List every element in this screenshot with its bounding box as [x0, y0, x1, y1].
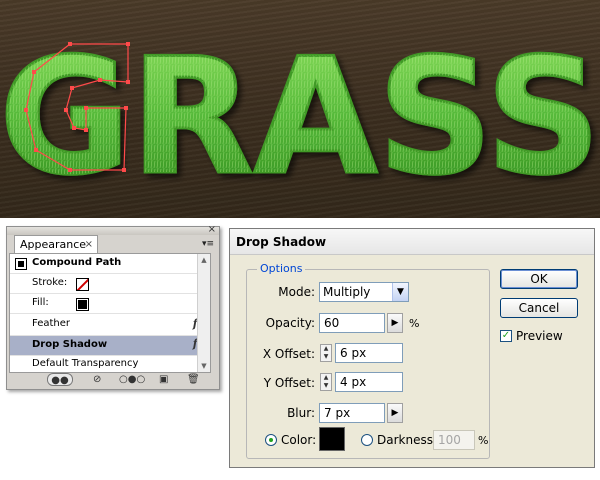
- panel-titlebar[interactable]: ×: [7, 225, 219, 235]
- chevron-down-icon[interactable]: ▼: [392, 283, 408, 301]
- scroll-up-icon[interactable]: ▲: [198, 254, 210, 266]
- stroke-label: Stroke:: [32, 277, 68, 288]
- drop-shadow-label: Drop Shadow: [32, 339, 108, 350]
- panel-close-icon[interactable]: ×: [208, 225, 216, 235]
- opacity-label: Opacity:: [265, 316, 315, 330]
- tab-appearance[interactable]: Appearance ×: [14, 235, 98, 253]
- row-feather[interactable]: Feather fx: [10, 314, 210, 336]
- row-fill[interactable]: Fill:: [10, 294, 210, 314]
- darkness-field[interactable]: 100: [433, 430, 475, 450]
- feather-label: Feather: [32, 318, 71, 329]
- panel-menu-icon[interactable]: ▾≡: [201, 237, 215, 251]
- row-drop-shadow[interactable]: Drop Shadow fx: [10, 336, 210, 356]
- cancel-button[interactable]: Cancel: [500, 298, 578, 318]
- row-compound-path[interactable]: Compound Path: [10, 254, 210, 274]
- opacity-unit: %: [409, 317, 420, 330]
- y-offset-stepper[interactable]: ▲ ▼: [320, 373, 332, 391]
- row-stroke[interactable]: Stroke:: [10, 274, 210, 294]
- grass-text-art: GRASS GRASS: [0, 22, 600, 212]
- stepper-down-icon[interactable]: ▼: [321, 353, 331, 361]
- opacity-slider-arrow-icon[interactable]: ▶: [387, 313, 403, 333]
- reduce-basic-appearance-icon[interactable]: ○●○: [119, 373, 145, 387]
- preview-checkbox[interactable]: ✓: [500, 330, 512, 342]
- scroll-down-icon[interactable]: ▼: [198, 360, 210, 372]
- fill-black-swatch-icon[interactable]: [76, 298, 89, 311]
- stepper-down-icon[interactable]: ▼: [321, 382, 331, 390]
- color-label: Color:: [281, 433, 317, 447]
- blur-slider-arrow-icon[interactable]: ▶: [387, 403, 403, 423]
- new-art-basic-appearance-icon[interactable]: ●●: [47, 373, 73, 386]
- drop-shadow-dialog: Drop Shadow Options Mode: Multiply ▼ Opa…: [229, 228, 595, 468]
- artwork-canvas: GRASS GRASS: [0, 0, 600, 218]
- y-offset-field[interactable]: 4 px: [335, 372, 403, 392]
- blur-field[interactable]: 7 px: [319, 403, 385, 423]
- grass-word-texture: GRASS: [0, 23, 600, 210]
- options-group: Options Mode: Multiply ▼ Opacity: 60 ▶ %…: [246, 262, 490, 459]
- dialog-title[interactable]: Drop Shadow: [230, 229, 594, 255]
- darkness-radio[interactable]: [361, 434, 373, 446]
- mode-label: Mode:: [278, 285, 315, 299]
- row-compound-path-label: Compound Path: [32, 257, 122, 268]
- row-default-transparency[interactable]: Default Transparency: [10, 356, 210, 374]
- x-offset-stepper[interactable]: ▲ ▼: [320, 344, 332, 362]
- darkness-unit: %: [478, 434, 489, 447]
- darkness-label: Darkness:: [377, 433, 438, 447]
- color-radio[interactable]: [265, 434, 277, 446]
- appearance-panel: × Appearance × ▾≡ Compound Path Stroke: …: [6, 225, 220, 390]
- preview-label: Preview: [516, 329, 563, 343]
- clear-appearance-icon[interactable]: ⊘: [93, 373, 101, 387]
- mode-select[interactable]: Multiply ▼: [319, 282, 409, 302]
- default-transparency-label: Default Transparency: [32, 358, 139, 369]
- y-offset-label: Y Offset:: [263, 376, 315, 390]
- opacity-field[interactable]: 60: [319, 313, 385, 333]
- shadow-color-swatch[interactable]: [319, 427, 345, 451]
- duplicate-item-icon[interactable]: ▣: [159, 373, 168, 387]
- tab-appearance-label: Appearance: [20, 238, 87, 251]
- x-offset-label: X Offset:: [262, 347, 315, 361]
- appearance-list: Compound Path Stroke: Fill: Feather fx D…: [9, 253, 211, 373]
- fill-label: Fill:: [32, 297, 49, 308]
- delete-item-icon[interactable]: 🗑: [187, 373, 200, 387]
- stroke-none-swatch-icon[interactable]: [76, 278, 89, 291]
- x-offset-field[interactable]: 6 px: [335, 343, 403, 363]
- list-scrollbar[interactable]: ▲ ▼: [197, 254, 210, 372]
- tab-close-icon[interactable]: ×: [85, 236, 93, 253]
- blur-label: Blur:: [287, 406, 315, 420]
- stepper-up-icon[interactable]: ▲: [321, 345, 331, 353]
- panel-footer: ●● ⊘ ○●○ ▣ 🗑: [9, 373, 217, 387]
- object-thumbnail-icon: [15, 258, 27, 270]
- stepper-up-icon[interactable]: ▲: [321, 374, 331, 382]
- mode-value: Multiply: [323, 285, 371, 299]
- options-legend: Options: [257, 262, 306, 275]
- ok-button[interactable]: OK: [500, 269, 578, 289]
